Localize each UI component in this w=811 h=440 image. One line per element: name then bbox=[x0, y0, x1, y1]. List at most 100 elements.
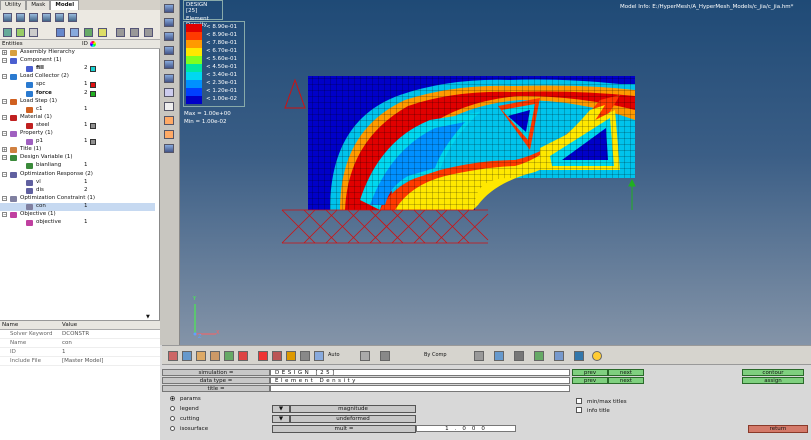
tab-utility[interactable]: Utility bbox=[0, 0, 27, 10]
tree-group-row[interactable]: + Title (1) bbox=[0, 146, 155, 154]
display-none-icon[interactable] bbox=[130, 28, 139, 37]
tree-item-row[interactable]: vl 1 bbox=[0, 179, 155, 187]
shade-icon[interactable] bbox=[314, 351, 324, 361]
undo-icon[interactable] bbox=[272, 351, 282, 361]
info-title-checkbox[interactable]: info title bbox=[576, 407, 610, 414]
query-icon[interactable] bbox=[164, 74, 174, 83]
review-icon[interactable] bbox=[98, 28, 107, 37]
property-row[interactable]: Include File [Master Model] bbox=[0, 358, 160, 366]
isolate-icon[interactable] bbox=[29, 28, 38, 37]
collapse-icon[interactable]: − bbox=[2, 155, 7, 161]
unmask-icon[interactable] bbox=[300, 351, 310, 361]
tree-item-row[interactable]: objective 1 bbox=[0, 219, 155, 227]
isosurface-radio[interactable]: isosurface bbox=[170, 426, 208, 432]
tree-item-row[interactable]: fill 2 bbox=[0, 65, 155, 73]
tree-group-row[interactable]: − Load Collector (2) bbox=[0, 73, 155, 81]
undeformed-dropdown-arrow[interactable]: ▼ bbox=[272, 415, 290, 423]
box-icon[interactable] bbox=[196, 351, 206, 361]
ruler-icon[interactable] bbox=[238, 351, 248, 361]
legend-radio[interactable]: legend bbox=[170, 406, 199, 412]
simulation-next-button[interactable]: next bbox=[608, 369, 644, 376]
tree-group-row[interactable]: − Property (1) bbox=[0, 130, 155, 138]
contour-button[interactable]: contour bbox=[742, 369, 804, 376]
report-icon[interactable] bbox=[164, 144, 174, 153]
return-button[interactable]: return bbox=[748, 425, 808, 433]
collapse-icon[interactable]: − bbox=[2, 58, 7, 64]
tree-item-row[interactable]: dis 2 bbox=[0, 187, 155, 195]
tree-item-row[interactable]: spc 1 bbox=[0, 81, 155, 89]
tree-group-row[interactable]: − Design Variable (1) bbox=[0, 154, 155, 162]
component-view-icon[interactable] bbox=[16, 13, 25, 22]
collapse-icon[interactable]: − bbox=[2, 171, 7, 177]
expand-icon[interactable]: + bbox=[2, 147, 7, 153]
graphics-viewport[interactable] bbox=[180, 0, 811, 345]
datatype-prev-button[interactable]: prev bbox=[572, 377, 608, 384]
property-row[interactable]: Solver Keyword DCONSTR bbox=[0, 331, 160, 339]
pan-icon[interactable] bbox=[380, 351, 390, 361]
color-swatch[interactable] bbox=[90, 122, 96, 129]
tab-mask[interactable]: Mask bbox=[26, 0, 51, 10]
tab-model[interactable]: Model bbox=[50, 0, 80, 10]
tree-group-row[interactable]: + Assembly Hierarchy bbox=[0, 49, 155, 57]
magnitude-dropdown-arrow[interactable]: ▼ bbox=[272, 405, 290, 413]
settings-icon[interactable] bbox=[55, 13, 64, 22]
display-reverse-icon[interactable] bbox=[144, 28, 153, 37]
plot-icon-2[interactable] bbox=[224, 351, 234, 361]
tree-group-row[interactable]: − Objective (1) bbox=[0, 211, 155, 219]
tree-item-row[interactable]: bianliang 1 bbox=[0, 162, 155, 170]
color-swatch[interactable] bbox=[90, 90, 96, 97]
color-swatch[interactable] bbox=[90, 66, 96, 73]
mult-input[interactable]: 1.000 bbox=[416, 425, 516, 432]
collapse-icon[interactable]: − bbox=[2, 131, 7, 136]
params-radio[interactable]: params bbox=[170, 396, 201, 402]
by-comp-dropdown[interactable]: By Comp bbox=[424, 352, 447, 358]
node-icon[interactable] bbox=[534, 351, 544, 361]
element-icon[interactable] bbox=[514, 351, 524, 361]
collapse-icon[interactable]: − bbox=[2, 114, 7, 120]
model-icon[interactable] bbox=[168, 351, 178, 361]
title-label[interactable]: title = bbox=[162, 385, 270, 392]
datatype-next-button[interactable]: next bbox=[608, 377, 644, 384]
property-row[interactable]: Name con bbox=[0, 340, 160, 348]
tree-item-row[interactable]: p1 1 bbox=[0, 138, 155, 146]
datatype-value[interactable]: Element Density bbox=[270, 377, 570, 384]
delete-icon[interactable] bbox=[258, 351, 268, 361]
mask-icon[interactable] bbox=[286, 351, 296, 361]
collapse-icon[interactable] bbox=[70, 28, 79, 37]
expand-icon[interactable]: + bbox=[2, 50, 7, 55]
tree-group-row[interactable]: − Optimization Response (2) bbox=[0, 171, 155, 179]
tree-group-row[interactable]: − Load Step (1) bbox=[0, 98, 155, 106]
collapse-icon[interactable]: − bbox=[2, 195, 7, 201]
tensor-icon[interactable] bbox=[164, 46, 174, 55]
animation-icon[interactable] bbox=[164, 116, 174, 125]
assembly-view-icon[interactable] bbox=[29, 13, 38, 22]
color-swatch[interactable] bbox=[90, 82, 96, 89]
select-icon[interactable] bbox=[84, 28, 93, 37]
tree-item-row[interactable]: con 1 bbox=[0, 202, 155, 211]
tree-item-row[interactable]: force 2 bbox=[0, 90, 155, 98]
undeformed-selector[interactable]: undeformed bbox=[290, 415, 416, 423]
cube-icon[interactable] bbox=[210, 351, 220, 361]
collapse-icon[interactable]: − bbox=[2, 98, 7, 104]
include-view-icon[interactable] bbox=[42, 13, 51, 22]
collapse-icon[interactable]: − bbox=[2, 74, 7, 80]
style-icon[interactable] bbox=[474, 351, 484, 361]
simulation-prev-button[interactable]: prev bbox=[572, 369, 608, 376]
auto-dropdown[interactable]: Auto bbox=[328, 352, 340, 358]
results-icon[interactable] bbox=[164, 102, 174, 111]
hide-icon[interactable] bbox=[16, 28, 25, 37]
tree-group-row[interactable]: − Material (1) bbox=[0, 114, 155, 122]
mult-label[interactable]: mult = bbox=[272, 425, 416, 433]
plot-icon[interactable] bbox=[164, 130, 174, 139]
display-all-icon[interactable] bbox=[116, 28, 125, 37]
assign-button[interactable]: assign bbox=[742, 377, 804, 384]
simulation-value[interactable]: DESIGN [25] bbox=[270, 369, 570, 376]
favorite-star-icon[interactable] bbox=[592, 351, 602, 361]
cutting-radio[interactable]: cutting bbox=[170, 416, 199, 422]
property-row[interactable]: ID 1 bbox=[0, 349, 160, 357]
show-icon[interactable] bbox=[3, 28, 12, 37]
color-swatch[interactable] bbox=[90, 139, 96, 146]
tree-item-row[interactable]: c1 1 bbox=[0, 106, 155, 114]
tree-group-row[interactable]: − Component (1) bbox=[0, 57, 155, 65]
browser-view-icon[interactable] bbox=[3, 13, 12, 22]
